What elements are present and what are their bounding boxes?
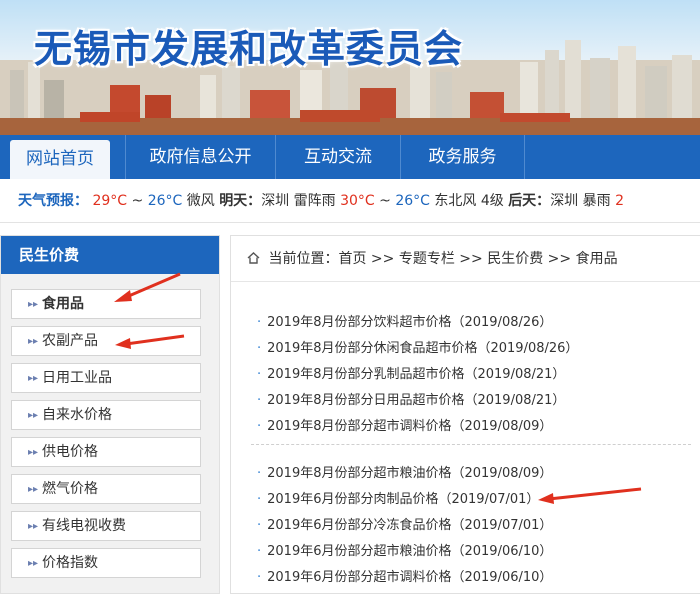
sidebar-item-power-price[interactable]: ▸▸ 供电价格 [11, 437, 201, 467]
nav-gov-info[interactable]: 政府信息公开 [125, 135, 275, 179]
news-item[interactable]: · 2019年6月份部分超市粮油价格（2019/06/10） [257, 540, 552, 559]
arrow-icon: ▸▸ [28, 299, 39, 310]
breadcrumb-topics[interactable]: 专题专栏 [399, 251, 455, 267]
news-item[interactable]: · 2019年6月份部分肉制品价格（2019/07/01） [257, 488, 539, 507]
arrow-icon: ▸▸ [28, 373, 39, 384]
header-banner: 无锡市发展和改革委员会 [0, 0, 700, 135]
news-item[interactable]: · 2019年8月份部分超市调料价格（2019/08/09） [257, 415, 552, 434]
sidebar-item-water-price[interactable]: ▸▸ 自来水价格 [11, 400, 201, 430]
annotation-arrow-icon [115, 334, 185, 349]
arrow-icon: ▸▸ [28, 410, 39, 421]
weather-after-label: 后天： [508, 193, 551, 209]
breadcrumb-livelihood[interactable]: 民生价费 [487, 251, 543, 267]
sidebar-item-gas-price[interactable]: ▸▸ 燃气价格 [11, 474, 201, 504]
news-item[interactable]: · 2019年8月份部分乳制品超市价格（2019/08/21） [257, 363, 565, 382]
news-item[interactable]: · 2019年6月份部分冷冻食品价格（2019/07/01） [257, 514, 552, 533]
news-item[interactable]: · 2019年6月份部分超市调料价格（2019/06/10） [257, 566, 552, 585]
annotation-arrow-icon [538, 487, 642, 504]
home-icon [247, 252, 260, 264]
breadcrumb-label: 当前位置： [268, 251, 339, 267]
breadcrumb: 当前位置：首页 >> 专题专栏 >> 民生价费 >> 食用品 [231, 236, 700, 282]
news-item[interactable]: · 2019年8月份部分休闲食品超市价格（2019/08/26） [257, 337, 578, 356]
nav-home[interactable]: 网站首页 [10, 140, 110, 179]
breadcrumb-food[interactable]: 食用品 [576, 251, 618, 267]
sidebar-item-daily-goods[interactable]: ▸▸ 日用工业品 [11, 363, 201, 393]
news-item[interactable]: · 2019年8月份部分饮料超市价格（2019/08/26） [257, 311, 552, 330]
weather-ticker: 天气预报： 29°C ~ 26°C 微风 明天：深圳 雷阵雨 30°C ~ 26… [0, 179, 700, 223]
news-item[interactable]: · 2019年8月份部分超市粮油价格（2019/08/09） [257, 462, 552, 481]
arrow-icon: ▸▸ [28, 558, 39, 569]
weather-tomorrow-label: 明天： [219, 193, 262, 209]
site-title: 无锡市发展和改革委员会 [34, 27, 464, 71]
section-divider [251, 444, 691, 445]
annotation-arrow-icon [114, 272, 181, 302]
main-nav: 网站首页 政府信息公开 互动交流 政务服务 [0, 135, 700, 179]
news-item[interactable]: · 2019年8月份部分日用品超市价格（2019/08/21） [257, 389, 565, 408]
nav-services[interactable]: 政务服务 [400, 135, 525, 179]
arrow-icon: ▸▸ [28, 447, 39, 458]
nav-interaction[interactable]: 互动交流 [275, 135, 400, 179]
main-content: 当前位置：首页 >> 专题专栏 >> 民生价费 >> 食用品 · 2019年8月份… [230, 235, 700, 594]
weather-label: 天气预报： [18, 193, 88, 209]
arrow-icon: ▸▸ [28, 521, 39, 532]
weather-today: 29°C ~ 26°C 微风 [92, 193, 215, 209]
sidebar-item-price-index[interactable]: ▸▸ 价格指数 [11, 548, 201, 578]
breadcrumb-home[interactable]: 首页 [338, 251, 366, 267]
arrow-icon: ▸▸ [28, 484, 39, 495]
arrow-icon: ▸▸ [28, 336, 39, 347]
sidebar-item-cable-tv[interactable]: ▸▸ 有线电视收费 [11, 511, 201, 541]
